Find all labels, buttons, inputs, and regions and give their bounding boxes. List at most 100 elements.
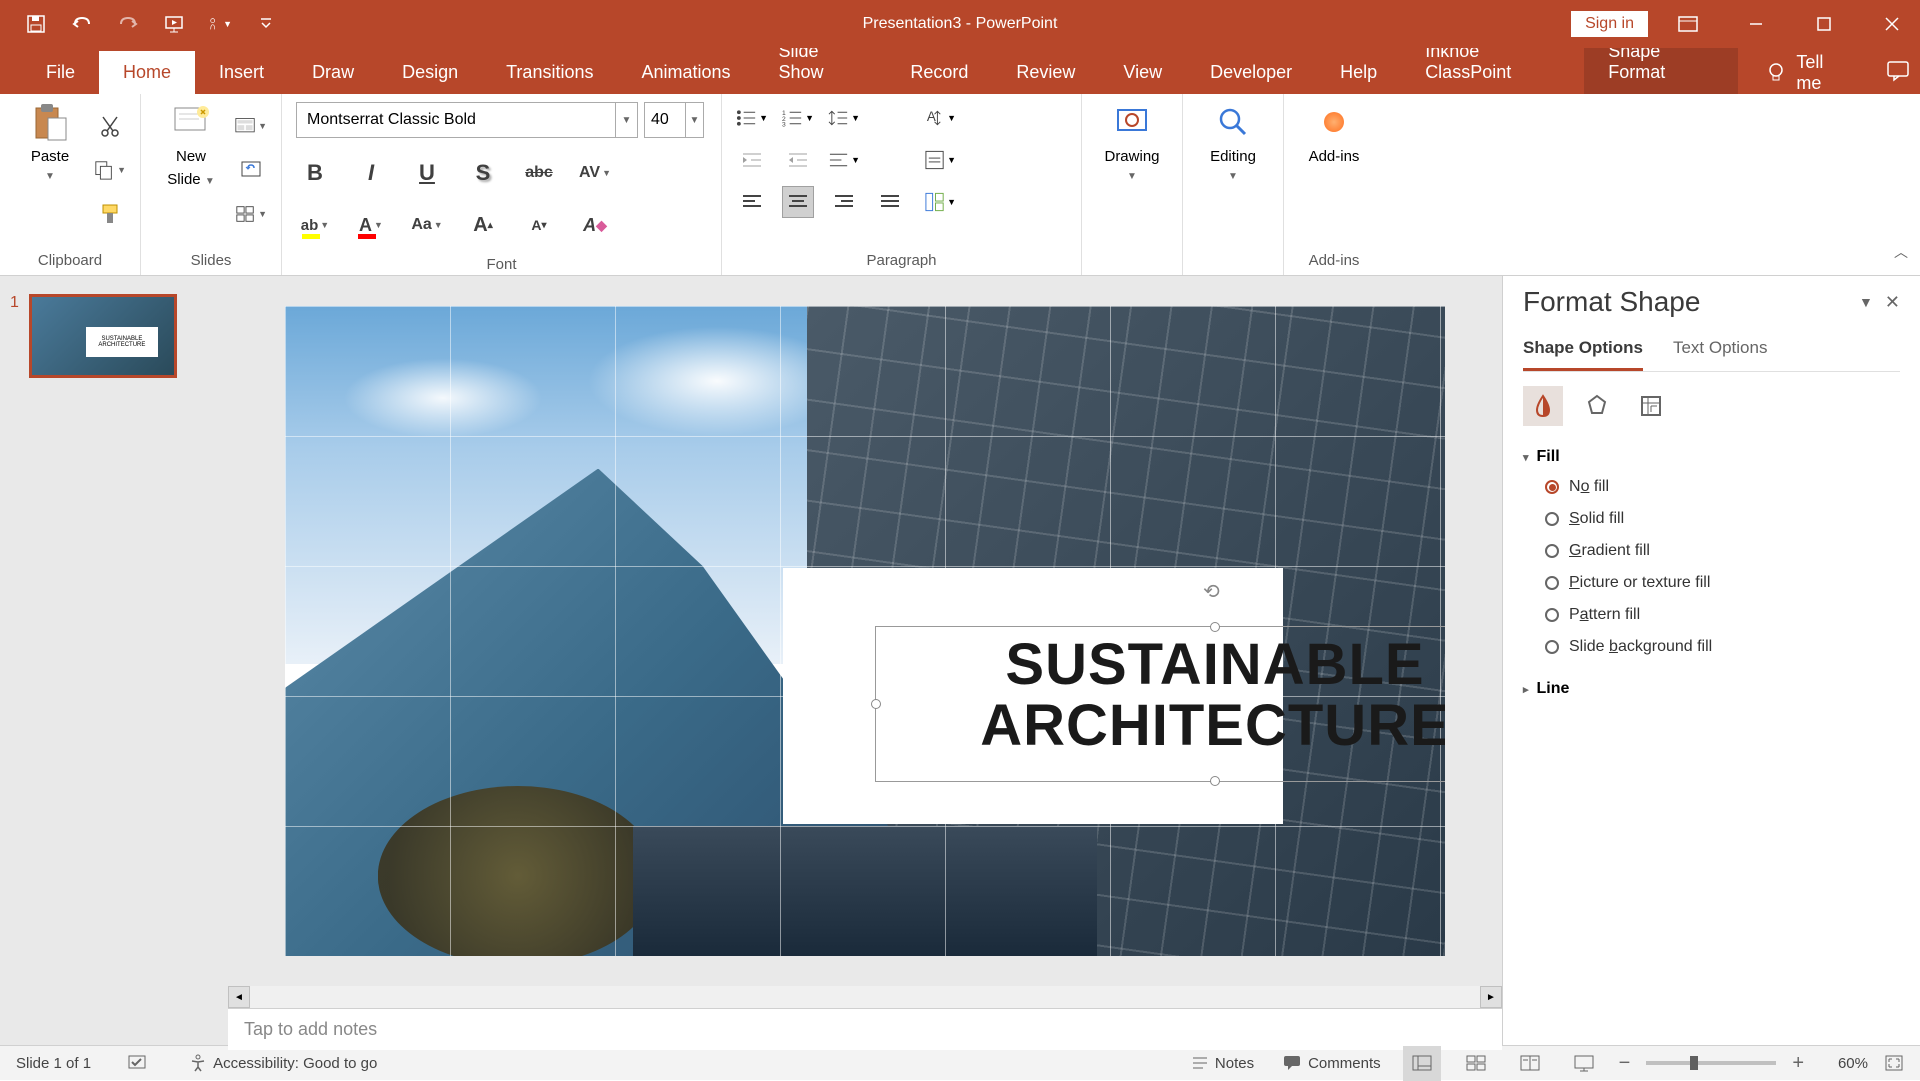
- tab-draw[interactable]: Draw: [288, 51, 378, 94]
- zoom-level[interactable]: 60%: [1820, 1055, 1868, 1072]
- align-left-button[interactable]: [736, 186, 768, 218]
- slideshow-view-icon[interactable]: [1565, 1046, 1603, 1081]
- increase-font-icon[interactable]: A▴: [464, 208, 502, 242]
- tab-transitions[interactable]: Transitions: [482, 51, 617, 94]
- notes-input[interactable]: Tap to add notes: [228, 1008, 1502, 1050]
- horizontal-scrollbar[interactable]: ◄ ►: [228, 986, 1502, 1008]
- tab-developer[interactable]: Developer: [1186, 51, 1316, 94]
- gradient-fill-radio[interactable]: Gradient fill: [1545, 542, 1900, 560]
- decrease-font-icon[interactable]: A▾: [520, 208, 558, 242]
- slide-background-fill-radio[interactable]: Slide background fill: [1545, 638, 1900, 656]
- shadow-button[interactable]: S: [464, 156, 502, 190]
- tab-insert[interactable]: Insert: [195, 51, 288, 94]
- zoom-in-icon[interactable]: +: [1792, 1052, 1804, 1075]
- align-text-vertical-button[interactable]: ▼: [924, 144, 956, 176]
- effects-category-icon[interactable]: [1577, 386, 1617, 426]
- layout-icon[interactable]: ▼: [235, 110, 267, 142]
- slide-counter[interactable]: Slide 1 of 1: [16, 1055, 91, 1072]
- line-spacing-button[interactable]: ▼: [828, 102, 860, 134]
- fill-section-header[interactable]: ▾ Fill: [1523, 444, 1900, 470]
- collapse-ribbon-icon[interactable]: ︿: [1894, 242, 1908, 262]
- accessibility-button[interactable]: Accessibility: Good to go: [183, 1046, 383, 1081]
- bold-button[interactable]: B: [296, 156, 334, 190]
- font-name-input[interactable]: [297, 103, 637, 137]
- scroll-right-icon[interactable]: ►: [1480, 986, 1502, 1008]
- signin-button[interactable]: Sign in: [1571, 11, 1648, 37]
- size-properties-category-icon[interactable]: [1631, 386, 1671, 426]
- comments-ribbon-icon[interactable]: [1875, 48, 1920, 94]
- decrease-indent-icon[interactable]: [736, 144, 768, 176]
- resize-handle[interactable]: [1210, 622, 1220, 632]
- comments-button[interactable]: Comments: [1276, 1046, 1387, 1081]
- line-section-header[interactable]: ▸ Line: [1523, 676, 1900, 702]
- paste-button[interactable]: Paste ▼: [14, 102, 86, 182]
- pane-options-icon[interactable]: ▼: [1859, 294, 1873, 310]
- close-icon[interactable]: [1864, 0, 1920, 48]
- clear-formatting-icon[interactable]: A◆: [576, 208, 614, 242]
- thumbnail-1[interactable]: 1 SUSTAINABLE ARCHITECTURE: [10, 294, 218, 378]
- strikethrough-button[interactable]: abc: [520, 156, 558, 190]
- slide-title-text[interactable]: SUSTAINABLEARCHITECTURE: [876, 627, 1445, 757]
- ribbon-display-options-icon[interactable]: [1660, 0, 1716, 48]
- tab-record[interactable]: Record: [886, 51, 992, 94]
- zoom-slider[interactable]: [1646, 1061, 1776, 1065]
- maximize-icon[interactable]: [1796, 0, 1852, 48]
- align-menu-button[interactable]: ▼: [828, 144, 860, 176]
- numbering-button[interactable]: 123▼: [782, 102, 814, 134]
- bullets-button[interactable]: ▼: [736, 102, 768, 134]
- slide-sorter-view-icon[interactable]: [1457, 1046, 1495, 1081]
- editing-button[interactable]: Editing ▼: [1197, 102, 1269, 182]
- rotate-handle-icon[interactable]: ⟲: [1203, 579, 1220, 604]
- resize-handle[interactable]: [871, 699, 881, 709]
- resize-handle[interactable]: [1210, 776, 1220, 786]
- tell-me-search[interactable]: Tell me: [1738, 52, 1875, 94]
- new-slide-button[interactable]: New Slide ▼: [155, 102, 227, 188]
- text-options-tab[interactable]: Text Options: [1673, 332, 1768, 371]
- cut-icon[interactable]: [94, 110, 126, 142]
- thumbnail-slide[interactable]: SUSTAINABLE ARCHITECTURE: [29, 294, 177, 378]
- touch-mode-icon[interactable]: ▼: [208, 12, 232, 36]
- tab-home[interactable]: Home: [99, 51, 195, 94]
- format-painter-icon[interactable]: [94, 198, 126, 230]
- smartart-button[interactable]: ▼: [924, 186, 956, 218]
- change-case-button[interactable]: Aa▼: [408, 208, 446, 242]
- drawing-button[interactable]: Drawing ▼: [1096, 102, 1168, 182]
- section-icon[interactable]: ▼: [235, 198, 267, 230]
- align-right-button[interactable]: [828, 186, 860, 218]
- tab-design[interactable]: Design: [378, 51, 482, 94]
- slideshow-from-start-icon[interactable]: [162, 12, 186, 36]
- normal-view-icon[interactable]: [1403, 1046, 1441, 1081]
- font-name-combo[interactable]: ▼: [296, 102, 638, 138]
- pane-close-icon[interactable]: ✕: [1885, 292, 1900, 313]
- tab-file[interactable]: File: [22, 51, 99, 94]
- undo-icon[interactable]: [70, 12, 94, 36]
- save-icon[interactable]: [24, 12, 48, 36]
- scroll-left-icon[interactable]: ◄: [228, 986, 250, 1008]
- font-size-dropdown-icon[interactable]: ▼: [685, 103, 703, 137]
- selected-textbox[interactable]: ⟲ SUSTAINABLEARCHITECTURE: [875, 626, 1445, 782]
- zoom-out-icon[interactable]: −: [1619, 1052, 1631, 1075]
- redo-icon[interactable]: [116, 12, 140, 36]
- font-name-dropdown-icon[interactable]: ▼: [615, 103, 637, 137]
- text-direction-button[interactable]: A▼: [924, 102, 956, 134]
- increase-indent-icon[interactable]: [782, 144, 814, 176]
- highlight-button[interactable]: ab▼: [296, 208, 334, 242]
- slide-canvas[interactable]: ⟲ SUSTAINABLEARCHITECTURE: [285, 306, 1445, 956]
- tab-help[interactable]: Help: [1316, 51, 1401, 94]
- copy-icon[interactable]: ▼: [94, 154, 126, 186]
- tab-review[interactable]: Review: [992, 51, 1099, 94]
- tab-view[interactable]: View: [1099, 51, 1186, 94]
- reading-view-icon[interactable]: [1511, 1046, 1549, 1081]
- italic-button[interactable]: I: [352, 156, 390, 190]
- fill-line-category-icon[interactable]: [1523, 386, 1563, 426]
- shape-options-tab[interactable]: Shape Options: [1523, 332, 1643, 371]
- underline-button[interactable]: U: [408, 156, 446, 190]
- font-size-combo[interactable]: ▼: [644, 102, 704, 138]
- no-fill-radio[interactable]: No fill: [1545, 478, 1900, 496]
- spell-check-icon[interactable]: [127, 1054, 147, 1072]
- solid-fill-radio[interactable]: Solid fill: [1545, 510, 1900, 528]
- fit-to-window-icon[interactable]: [1884, 1054, 1904, 1072]
- character-spacing-button[interactable]: AV▼: [576, 156, 614, 190]
- addins-button[interactable]: Add-ins: [1298, 102, 1370, 165]
- notes-button[interactable]: Notes: [1185, 1046, 1260, 1081]
